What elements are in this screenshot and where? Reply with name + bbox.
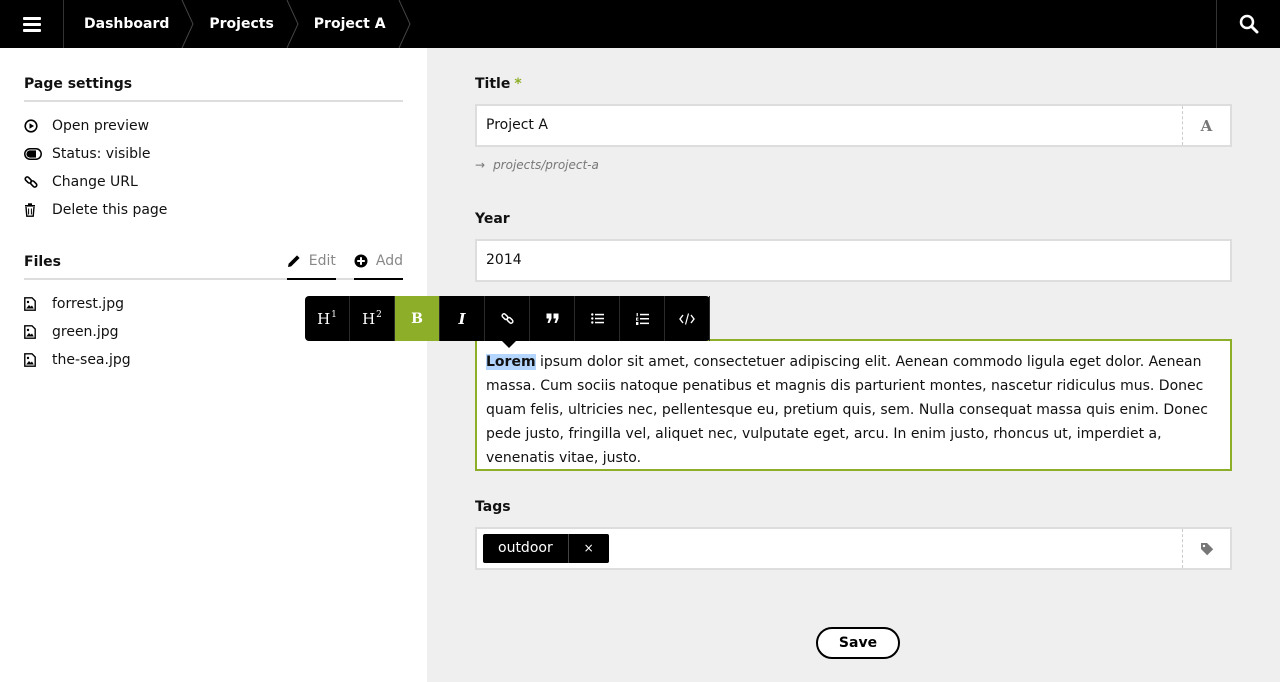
play-circle-icon [24, 119, 52, 133]
files-heading: Files [24, 254, 61, 270]
title-value: Project A [486, 117, 548, 133]
breadcrumb-label: Projects [209, 16, 274, 32]
hamburger-icon [22, 14, 41, 35]
open-preview-item[interactable]: Open preview [24, 112, 403, 140]
url-hint-text: projects/project-a [493, 158, 599, 172]
link-button[interactable] [485, 296, 530, 341]
quote-icon [546, 313, 558, 323]
link-icon [500, 313, 514, 324]
breadcrumb-projects[interactable]: Projects [189, 0, 299, 48]
breadcrumb: Dashboard Projects Project A [64, 0, 411, 48]
tag-icon [1182, 529, 1230, 568]
ordered-list-button[interactable] [620, 296, 665, 341]
toggle-icon [24, 148, 52, 160]
bullet-list-icon [590, 313, 604, 324]
quote-button[interactable] [530, 296, 575, 341]
breadcrumb-dashboard[interactable]: Dashboard [64, 0, 194, 48]
files-heading-row: Files Edit Add [24, 244, 403, 280]
arrow-right-icon: → [475, 158, 486, 172]
file-name: the-sea.jpg [52, 352, 131, 368]
page-settings-heading: Page settings [24, 66, 403, 102]
plus-circle-icon [354, 254, 368, 268]
bold-label: B [411, 310, 423, 327]
open-preview-label: Open preview [52, 118, 150, 134]
files-add-label: Add [375, 253, 403, 269]
file-item[interactable]: the-sea.jpg [24, 346, 403, 374]
image-file-icon [24, 353, 52, 367]
page-settings-list: Open preview Status: visible Change URL … [24, 112, 403, 224]
sidebar: Page settings Open preview Status: visib… [0, 48, 427, 682]
file-name: green.jpg [52, 324, 119, 340]
text-editor[interactable]: Lorem ipsum dolor sit amet, consectetuer… [475, 339, 1232, 471]
year-value: 2014 [486, 252, 522, 268]
link-icon [24, 175, 52, 189]
code-icon [679, 312, 695, 325]
tag-label: outdoor [483, 534, 569, 563]
tags-field[interactable]: outdoor × [475, 527, 1232, 570]
url-hint[interactable]: → projects/project-a [475, 158, 599, 172]
toolbar-caret [501, 340, 517, 348]
page-settings-section: Page settings Open preview Status: visib… [24, 66, 403, 224]
menu-button[interactable] [0, 0, 64, 48]
year-field[interactable]: 2014 [475, 239, 1232, 282]
image-file-icon [24, 297, 52, 311]
ordered-list-icon [635, 312, 649, 325]
delete-page-item[interactable]: Delete this page [24, 196, 403, 224]
italic-label: I [458, 309, 466, 328]
search-button[interactable] [1216, 0, 1280, 48]
image-file-icon [24, 325, 52, 339]
bullet-list-button[interactable] [575, 296, 620, 341]
code-button[interactable] [665, 296, 710, 341]
change-url-item[interactable]: Change URL [24, 168, 403, 196]
required-mark: * [514, 76, 522, 92]
breadcrumb-separator-icon [398, 0, 411, 48]
heading-2-sup: 2 [376, 309, 382, 320]
heading-2-label: H [362, 309, 376, 328]
top-bar: Dashboard Projects Project A [0, 0, 1280, 48]
title-font-icon: A [1182, 106, 1230, 145]
trash-icon [24, 203, 52, 217]
status-toggle-item[interactable]: Status: visible [24, 140, 403, 168]
breadcrumb-label: Dashboard [84, 16, 170, 32]
breadcrumb-project-a[interactable]: Project A [294, 0, 411, 48]
files-edit-label: Edit [308, 253, 336, 269]
breadcrumb-label: Project A [313, 16, 386, 32]
delete-page-label: Delete this page [52, 202, 168, 218]
files-edit-button[interactable]: Edit [286, 244, 336, 280]
title-label-row: Title * [475, 76, 522, 92]
status-label: Status: visible [52, 146, 151, 162]
files-add-button[interactable]: Add [353, 244, 403, 280]
change-url-label: Change URL [52, 174, 138, 190]
italic-button[interactable]: I [440, 296, 485, 341]
pencil-icon [287, 254, 301, 268]
file-name: forrest.jpg [52, 296, 124, 312]
heading-1-button[interactable]: H1 [305, 296, 350, 341]
selected-word: Lorem [486, 354, 536, 370]
tag-remove-button[interactable]: × [569, 534, 609, 563]
year-label: Year [475, 211, 510, 227]
heading-2-button[interactable]: H2 [350, 296, 395, 341]
text-body: ipsum dolor sit amet, consectetuer adipi… [486, 354, 1208, 466]
tags-label: Tags [475, 499, 511, 515]
bold-button[interactable]: B [395, 296, 440, 341]
title-label: Title [475, 76, 511, 92]
save-button[interactable]: Save [816, 627, 900, 659]
heading-1-label: H [317, 309, 331, 328]
files-actions: Edit Add [269, 244, 403, 280]
tag-chip: outdoor × [483, 534, 609, 563]
title-field[interactable]: Project A A [475, 104, 1232, 147]
heading-1-sup: 1 [331, 309, 337, 320]
editor-toolbar: H1 H2 B I [305, 296, 710, 348]
search-icon [1239, 14, 1258, 34]
